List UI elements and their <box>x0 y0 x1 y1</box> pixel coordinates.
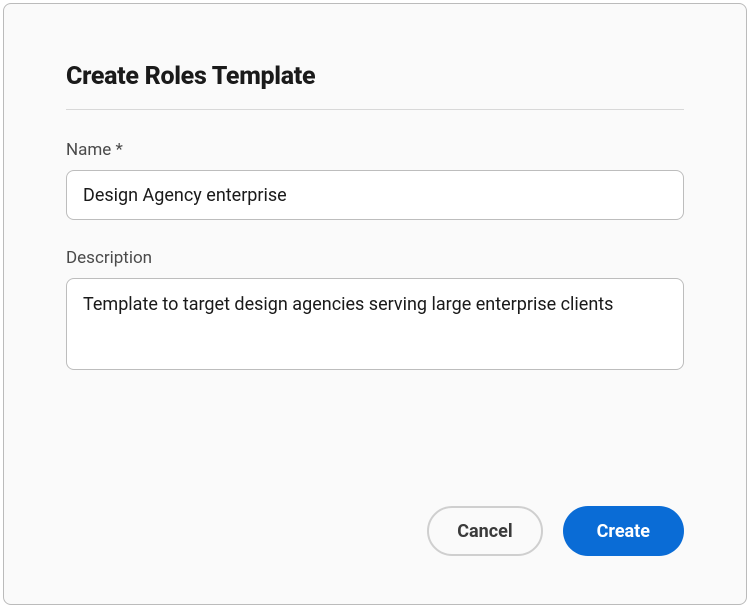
button-row: Cancel Create <box>66 486 684 556</box>
create-roles-template-dialog: Create Roles Template Name * Description… <box>3 3 747 605</box>
name-field-group: Name * <box>66 140 684 220</box>
dialog-title: Create Roles Template <box>66 62 684 91</box>
cancel-button[interactable]: Cancel <box>427 506 542 556</box>
name-label: Name * <box>66 140 684 160</box>
create-button[interactable]: Create <box>563 506 684 556</box>
description-label: Description <box>66 248 684 268</box>
divider <box>66 109 684 110</box>
description-input[interactable]: Template to target design agencies servi… <box>66 278 684 370</box>
name-input[interactable] <box>66 170 684 220</box>
description-field-group: Description Template to target design ag… <box>66 248 684 374</box>
